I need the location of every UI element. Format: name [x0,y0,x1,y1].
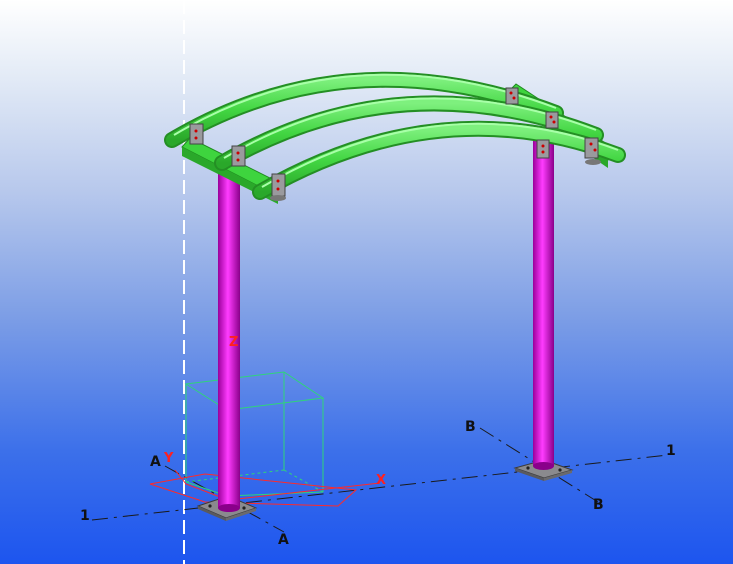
grid-label-b-top: B [465,419,476,435]
model-scene[interactable]: A A B B 1 1 Y X Z [0,0,733,564]
model-viewport[interactable]: A A B B 1 1 Y X Z [0,0,733,564]
work-area-box [184,371,325,497]
axis-label-x: X [376,473,386,488]
connection-bracket[interactable] [545,111,559,129]
connection-bracket[interactable] [189,123,204,145]
axis-label-z: Z [229,335,238,350]
connection-bracket[interactable] [505,87,519,105]
grid-label-b-bottom: B [593,497,604,513]
axis-label-y: Y [163,451,174,466]
grid-label-a-top: A [150,454,161,470]
column-cap-right[interactable] [536,139,550,159]
column-right[interactable] [533,130,554,470]
rafter-3[interactable] [252,120,626,200]
grid-label-1-right: 1 [666,443,676,459]
connection-bracket[interactable] [231,145,246,167]
grid-label-a-bottom: A [278,532,289,548]
connection-bracket[interactable] [270,173,286,201]
grid-label-1-left: 1 [80,508,90,524]
